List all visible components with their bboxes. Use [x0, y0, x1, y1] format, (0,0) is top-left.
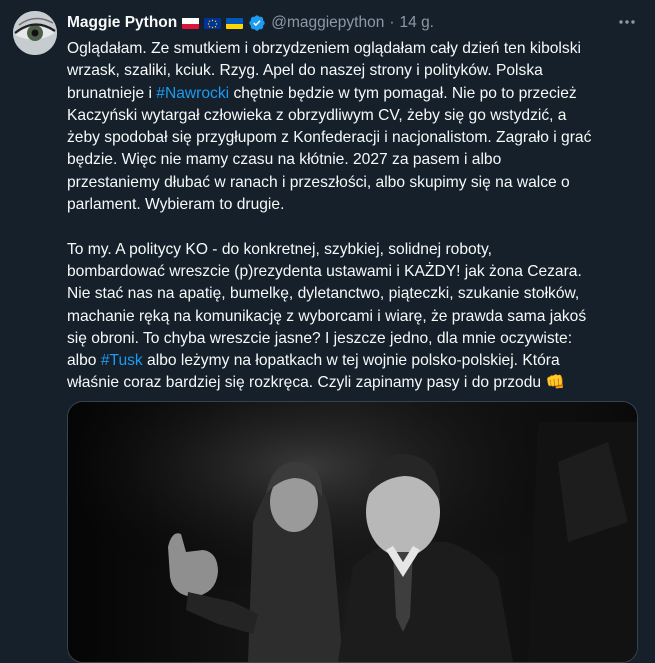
tweet-line: żeby spodobał się przygłupom z Konfedera…: [67, 129, 592, 147]
avatar-eye-image: [13, 11, 57, 55]
tweet-line: będzie. Więc nie mamy czasu na kłótnie. …: [67, 151, 502, 169]
tweet-line: To my. A politycy KO - do konkretnej, sz…: [67, 240, 492, 258]
fist-emoji-icon: 👊: [545, 374, 565, 392]
tweet-line: się obroni. To chyba wreszcie jasne? I j…: [67, 329, 573, 347]
tweet-line: bombardować wreszcie (p)rezydenta ustawa…: [67, 262, 582, 280]
tweet-line: wrzask, szaliki, kciuk. Rzyg. Apel do na…: [67, 62, 543, 80]
hashtag-link-nawrocki[interactable]: #Nawrocki: [156, 85, 229, 102]
tweet-line: Nie stać nas na apatię, bumelkę, dyletan…: [67, 285, 580, 303]
tweet-line: przestaniemy dłubać w ranach i przeszłoś…: [67, 173, 570, 191]
header-separator: ·: [389, 14, 395, 31]
tweet-text: Oglądałam. Ze smutkiem i obrzydzeniem og…: [67, 38, 647, 395]
tweet-line: brunatnieje i #Nawrocki chętnie będzie w…: [67, 83, 647, 105]
hashtag-link-tusk[interactable]: #Tusk: [101, 352, 143, 369]
tweet-line-prefix: brunatnieje i: [67, 84, 157, 102]
tweet-timestamp[interactable]: 14 g.: [400, 14, 434, 32]
tweet-line: Kaczyński wytargał człowieka z obrzydliw…: [67, 106, 567, 124]
tweet-line: machanie ręką na komunikację z wyborcami…: [67, 307, 587, 325]
author-handle[interactable]: @maggiepython: [271, 14, 384, 32]
tweet-line-rest: albo leżymy na łopatkach w tej wojnie po…: [142, 352, 560, 370]
tweet-line: właśnie coraz bardziej się rozkręca. Czy…: [67, 372, 647, 394]
avatar[interactable]: [13, 11, 57, 55]
tweet-line: albo #Tusk albo leżymy na łopatkach w te…: [67, 350, 647, 372]
author-name[interactable]: Maggie Python: [67, 14, 177, 32]
poland-flag-icon: [182, 17, 200, 29]
tweet-header: Maggie Python @maggiepython · 14 g.: [67, 11, 635, 35]
tweet-line: parlament. Wybieram to drugie.: [67, 196, 285, 214]
more-options-icon[interactable]: [617, 12, 637, 37]
tweet-line-prefix: albo: [67, 352, 101, 370]
ukraine-flag-icon: [226, 17, 244, 29]
tweet-line: Oglądałam. Ze smutkiem i obrzydzeniem og…: [67, 40, 581, 57]
photo-man-thumbs-up: [68, 402, 637, 662]
eu-flag-icon: [204, 17, 222, 29]
tweet-line-text: właśnie coraz bardziej się rozkręca. Czy…: [67, 374, 542, 392]
tweet-line-rest: chętnie będzie w tym pomagał. Nie po to …: [233, 84, 577, 102]
tweet-photo[interactable]: [67, 401, 638, 663]
verified-badge-icon: [248, 14, 266, 32]
